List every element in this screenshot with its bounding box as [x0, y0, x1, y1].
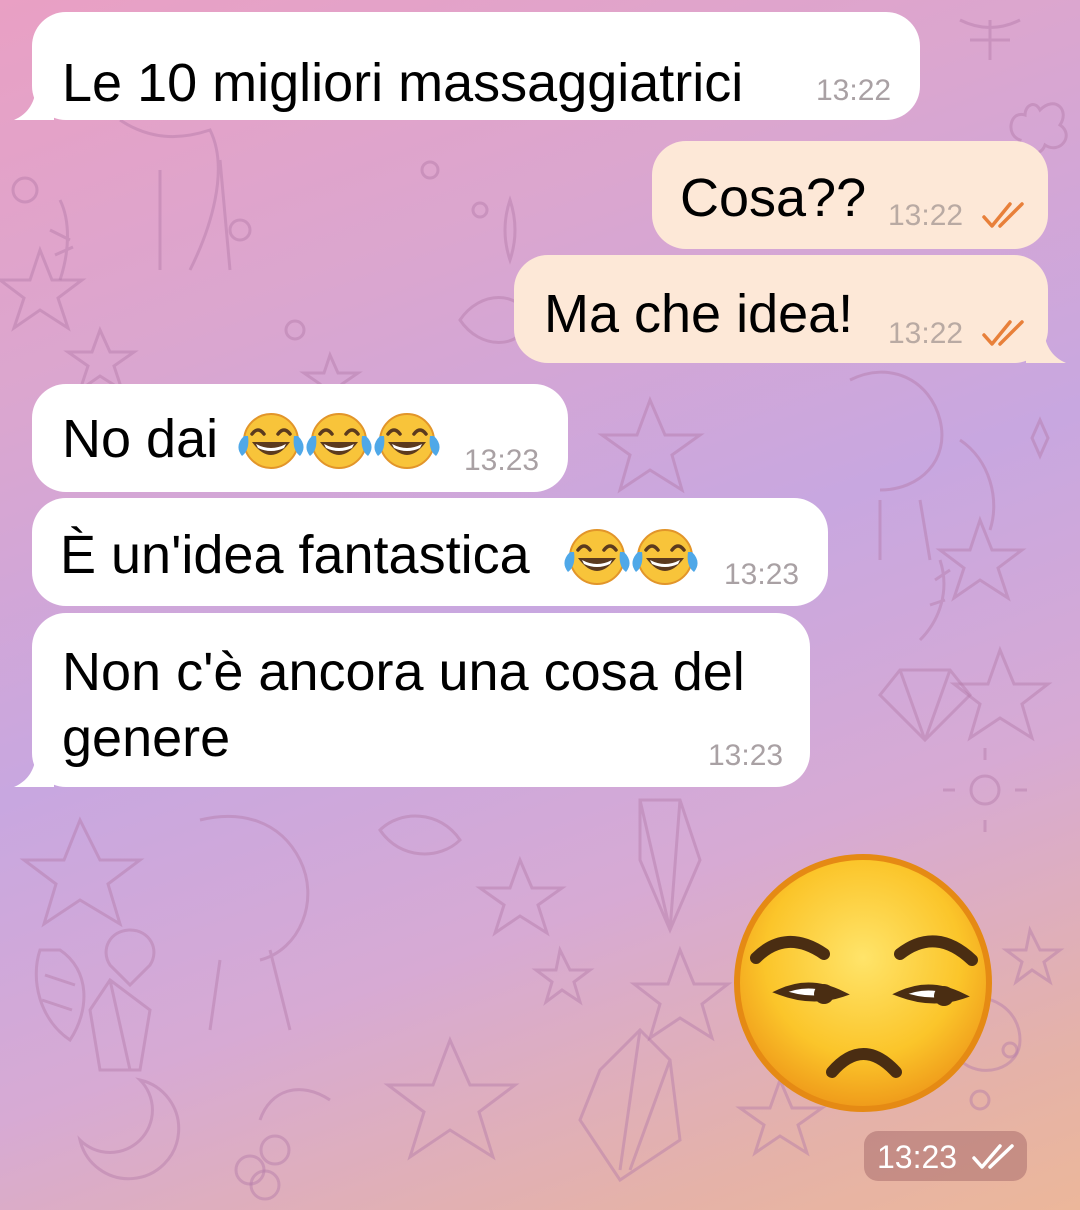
message-text-line-2: genere	[62, 708, 231, 768]
read-check-icon	[982, 202, 1024, 228]
message-time: 13:23	[708, 739, 784, 772]
tears-of-joy-emoji-icon	[306, 413, 372, 469]
message-time: 13:22	[888, 317, 964, 350]
message-text-line-1: Non c'è ancora una cosa del	[62, 642, 745, 702]
message-time: 13:22	[888, 199, 964, 232]
read-check-icon	[972, 1144, 1014, 1169]
message-time: 13:23	[724, 558, 800, 591]
bubble-tail	[14, 84, 54, 120]
tears-of-joy-emoji-icon	[632, 529, 698, 585]
bubble-tail	[1026, 327, 1066, 363]
message-bubble-outgoing[interactable]: Ma che idea! 13:22	[514, 255, 1048, 363]
laughing-emoji-group	[564, 526, 700, 588]
sticker-time-badge: 13:23	[864, 1131, 1027, 1181]
message-bubble-incoming[interactable]: È un'idea fantastica 13:23	[32, 498, 828, 606]
message-time: 13:23	[464, 444, 540, 477]
bubble-tail	[14, 751, 54, 787]
message-time: 13:23	[877, 1139, 958, 1175]
message-bubble-incoming[interactable]: Le 10 migliori massaggiatrici 13:22	[32, 12, 920, 120]
tears-of-joy-emoji-icon	[564, 529, 630, 585]
message-text: Le 10 migliori massaggiatrici	[62, 53, 744, 113]
message-bubble-outgoing[interactable]: Cosa?? 13:22	[652, 141, 1048, 249]
message-time: 13:22	[816, 74, 892, 107]
message-text: No dai	[62, 409, 219, 469]
message-text: Ma che idea!	[544, 284, 854, 344]
laughing-emoji-group	[238, 410, 442, 472]
tears-of-joy-emoji-icon	[374, 413, 440, 469]
read-check-icon	[982, 320, 1024, 346]
unamused-face-emoji-icon[interactable]	[732, 852, 994, 1114]
message-text: Cosa??	[680, 168, 867, 228]
message-bubble-incoming[interactable]: Non c'è ancora una cosa del genere 13:23	[32, 613, 810, 787]
message-text: È un'idea fantastica	[60, 525, 530, 585]
message-bubble-incoming[interactable]: No dai 13:23	[32, 384, 568, 492]
tears-of-joy-emoji-icon	[238, 413, 304, 469]
